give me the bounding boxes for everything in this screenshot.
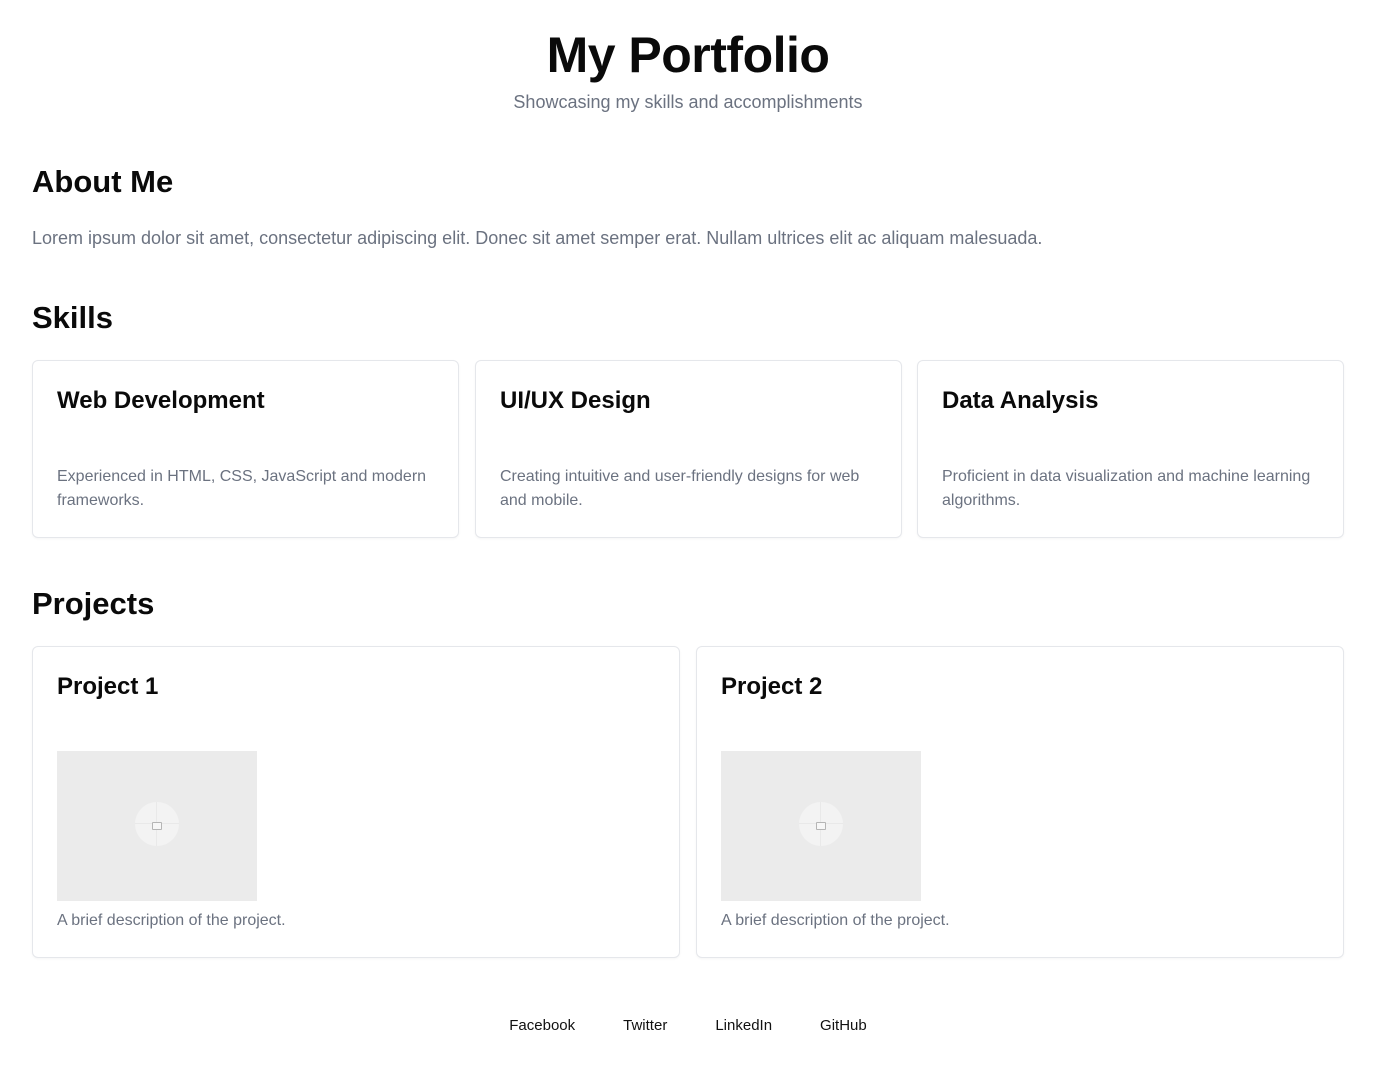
project-card-2[interactable]: Project 2 A brief description of the pro…: [696, 646, 1344, 958]
about-text: Lorem ipsum dolor sit amet, consectetur …: [32, 228, 1043, 248]
image-placeholder-icon: [152, 822, 162, 830]
footer-social-links: Facebook Twitter LinkedIn GitHub: [0, 1015, 1376, 1037]
project-description: A brief description of the project.: [57, 912, 286, 929]
project-title: Project 2: [721, 673, 823, 700]
project-title: Project 1: [57, 673, 159, 700]
project-description: A brief description of the project.: [721, 912, 950, 929]
twitter-link[interactable]: Twitter: [623, 1015, 667, 1037]
skill-title: UI/UX Design: [500, 387, 651, 414]
page-header: My Portfolio Showcasing my skills and ac…: [0, 24, 1376, 116]
skill-description: Creating intuitive and user-friendly des…: [500, 468, 860, 509]
skill-description: Proficient in data visualization and mac…: [942, 468, 1311, 509]
project-image: [57, 751, 257, 901]
skill-description: Experienced in HTML, CSS, JavaScript and…: [57, 468, 427, 509]
projects-heading: Projects: [32, 586, 155, 621]
github-link[interactable]: GitHub: [820, 1015, 867, 1037]
linkedin-link[interactable]: LinkedIn: [715, 1015, 772, 1037]
facebook-link[interactable]: Facebook: [509, 1015, 575, 1037]
project-image: [721, 751, 921, 901]
image-placeholder-icon: [816, 822, 826, 830]
project-card-1[interactable]: Project 1 A brief description of the pro…: [32, 646, 680, 958]
skill-title: Data Analysis: [942, 387, 1099, 414]
page-title: My Portfolio: [546, 27, 830, 83]
about-heading: About Me: [32, 164, 174, 199]
page-subtitle: Showcasing my skills and accomplishments: [513, 92, 863, 112]
skill-title: Web Development: [57, 387, 265, 414]
skills-heading: Skills: [32, 300, 113, 335]
skill-card-ui-ux-design: UI/UX Design Creating intuitive and user…: [475, 360, 902, 538]
skill-card-web-development: Web Development Experienced in HTML, CSS…: [32, 360, 459, 538]
skill-card-data-analysis: Data Analysis Proficient in data visuali…: [917, 360, 1344, 538]
